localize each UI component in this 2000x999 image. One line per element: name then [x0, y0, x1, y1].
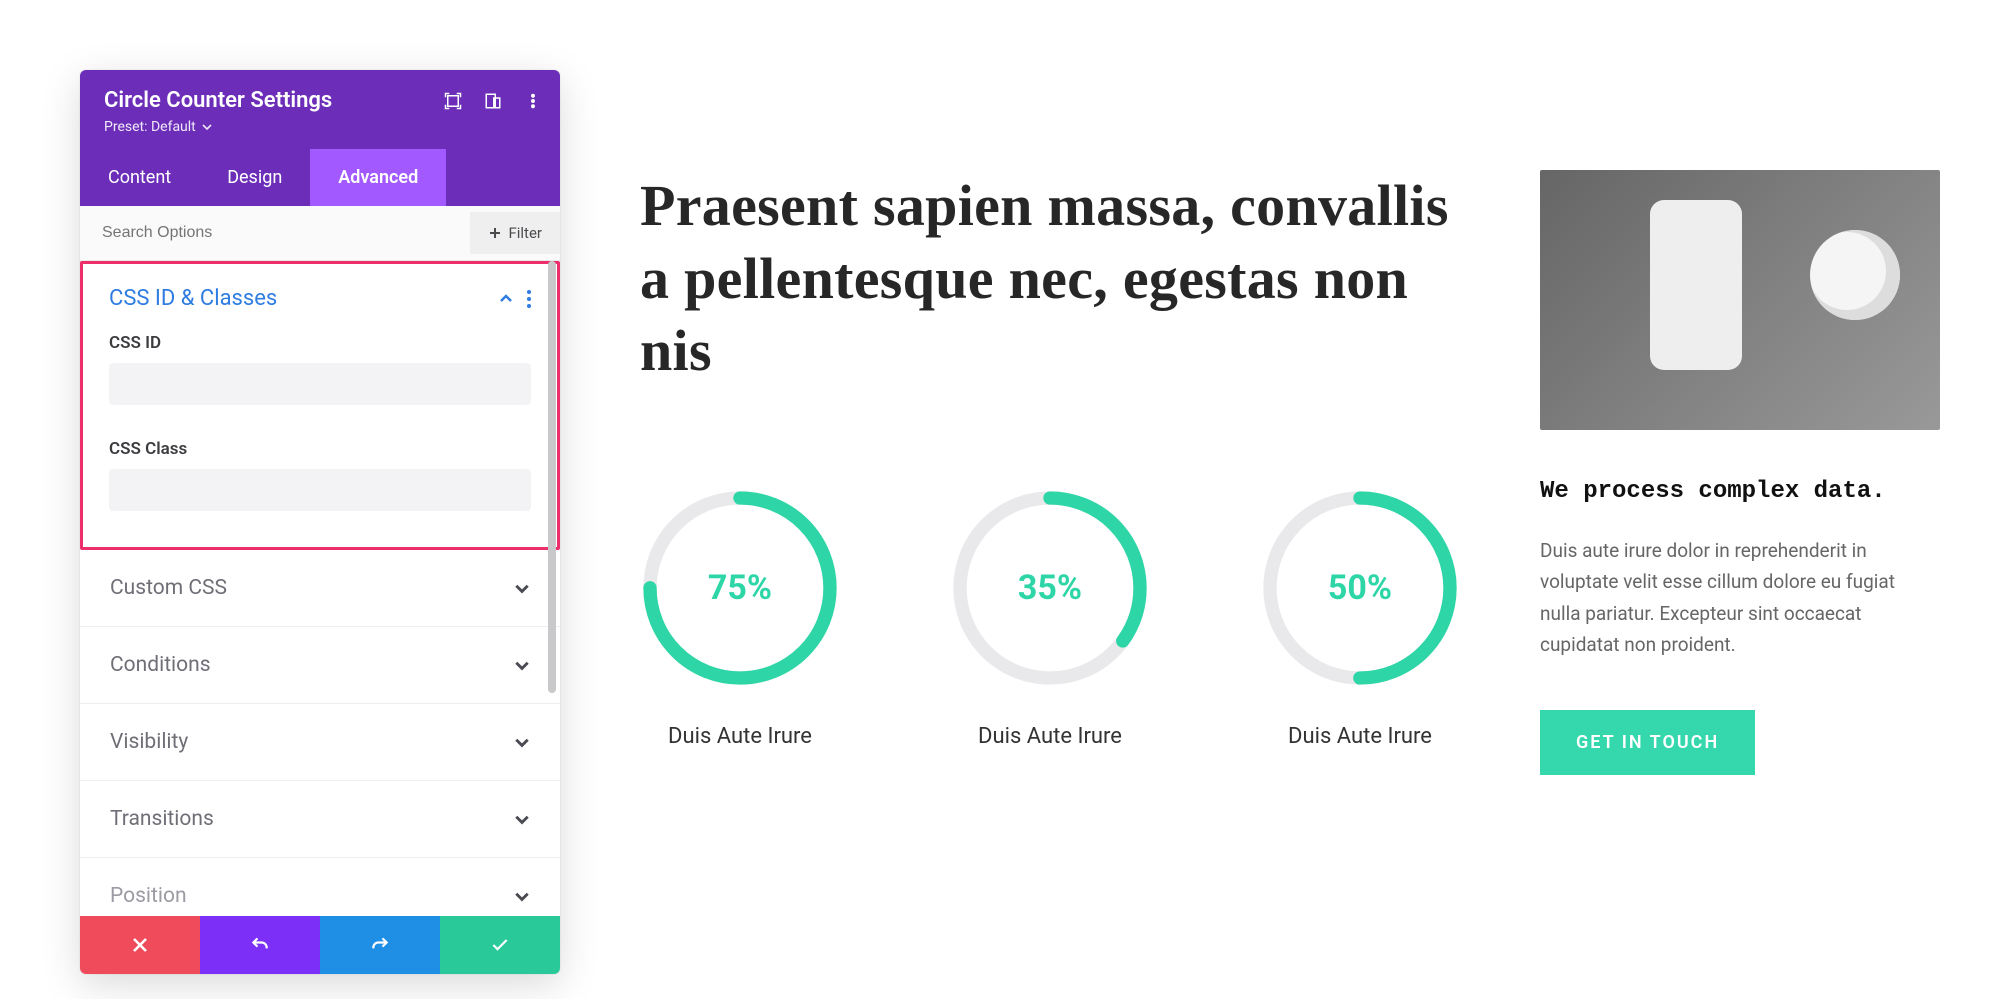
circle-label: Duis Aute Irure [668, 724, 812, 749]
side-heading: We process complex data. [1540, 478, 1940, 505]
section-label: Visibility [110, 730, 188, 754]
section-conditions[interactable]: Conditions [80, 627, 560, 704]
tab-content[interactable]: Content [80, 149, 199, 206]
section-css-id-classes: CSS ID & Classes CSS ID CSS Class [80, 261, 560, 550]
undo-button[interactable] [200, 916, 320, 974]
side-image [1540, 170, 1940, 430]
caret-down-icon [202, 122, 212, 132]
panel-tabs: Content Design Advanced [80, 149, 560, 206]
circle-counter: 75% Duis Aute Irure [640, 488, 840, 749]
check-icon [490, 935, 510, 955]
circle-counters: 75% Duis Aute Irure 35% Duis Aute Irure [640, 488, 1460, 749]
page-preview: Praesent sapien massa, convallis a pelle… [640, 170, 1940, 775]
circle-label: Duis Aute Irure [1288, 724, 1432, 749]
section-label: Conditions [110, 653, 211, 677]
filter-button[interactable]: Filter [470, 212, 560, 254]
sidebar-content: We process complex data. Duis aute irure… [1540, 170, 1940, 775]
tab-design[interactable]: Design [199, 149, 310, 206]
tab-advanced[interactable]: Advanced [310, 149, 446, 206]
panel-header: Circle Counter Settings Preset: Default [80, 70, 560, 149]
chevron-down-icon [514, 580, 530, 596]
panel-header-icons [444, 92, 542, 110]
panel-footer [80, 916, 560, 974]
css-class-input[interactable] [109, 469, 531, 511]
circle-value: 75% [640, 488, 840, 688]
expand-icon[interactable] [444, 92, 462, 110]
section-transitions[interactable]: Transitions [80, 781, 560, 858]
circle-counter: 35% Duis Aute Irure [950, 488, 1150, 749]
chevron-down-icon [514, 811, 530, 827]
css-class-label: CSS Class [109, 439, 531, 459]
responsive-icon[interactable] [484, 92, 502, 110]
section-label: Custom CSS [110, 576, 227, 600]
panel-search: Filter [80, 206, 560, 261]
search-input[interactable] [80, 206, 470, 260]
section-visibility[interactable]: Visibility [80, 704, 560, 781]
redo-button[interactable] [320, 916, 440, 974]
kebab-icon[interactable] [524, 92, 542, 110]
save-button[interactable] [440, 916, 560, 974]
filter-label: Filter [508, 224, 542, 242]
circle-value: 35% [950, 488, 1150, 688]
cancel-button[interactable] [80, 916, 200, 974]
section-custom-css[interactable]: Custom CSS [80, 550, 560, 627]
chevron-up-icon[interactable] [499, 292, 513, 306]
settings-panel: Circle Counter Settings Preset: Default … [80, 70, 560, 974]
page-headline: Praesent sapien massa, convallis a pelle… [640, 170, 1460, 388]
cta-button[interactable]: GET IN TOUCH [1540, 710, 1755, 775]
close-icon [130, 935, 150, 955]
section-position[interactable]: Position [80, 858, 560, 916]
kebab-icon[interactable] [527, 290, 531, 308]
side-text: Duis aute irure dolor in reprehenderit i… [1540, 535, 1940, 660]
preset-label: Preset: Default [104, 119, 196, 135]
preset-dropdown[interactable]: Preset: Default [104, 119, 536, 135]
chevron-down-icon [514, 734, 530, 750]
css-id-input[interactable] [109, 363, 531, 405]
section-label: Transitions [110, 807, 214, 831]
section-label: Position [110, 884, 187, 908]
circle-counter: 50% Duis Aute Irure [1260, 488, 1460, 749]
scrollbar[interactable] [548, 261, 556, 693]
redo-icon [370, 935, 390, 955]
chevron-down-icon [514, 657, 530, 673]
panel-body: CSS ID & Classes CSS ID CSS Class Custom… [80, 261, 560, 916]
circle-value: 50% [1260, 488, 1460, 688]
chevron-down-icon [514, 888, 530, 904]
plus-icon [488, 226, 502, 240]
undo-icon [250, 935, 270, 955]
circle-label: Duis Aute Irure [978, 724, 1122, 749]
css-id-label: CSS ID [109, 333, 531, 353]
section-title[interactable]: CSS ID & Classes [109, 286, 277, 311]
